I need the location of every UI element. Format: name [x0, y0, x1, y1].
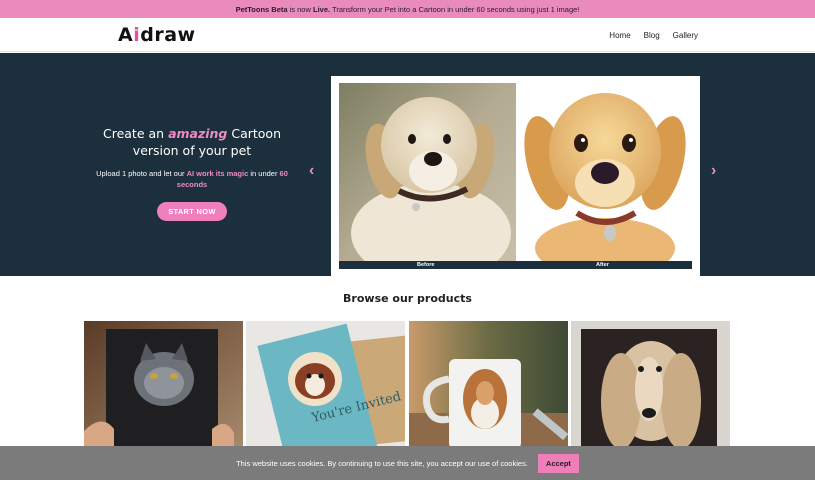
cartoon-puppy-image [517, 83, 694, 261]
before-after-carousel: Before After [331, 76, 700, 276]
product-grid: You're Invited [84, 321, 732, 448]
after-label: After [596, 262, 609, 268]
cookie-text: This website uses cookies. By continuing… [236, 458, 528, 468]
logo-letter-a: A [118, 24, 134, 46]
start-now-button[interactable]: START NOW [157, 202, 227, 221]
logo-letter-i: i [133, 24, 141, 46]
announcement-text-mid: is now [287, 4, 313, 14]
mug-collie-image [409, 321, 568, 448]
accept-cookies-button[interactable]: Accept [537, 453, 579, 473]
nav-links: Home Blog Gallery [609, 18, 698, 52]
cookie-banner: This website uses cookies. By continuing… [0, 446, 815, 480]
hero-sub-pre: Upload 1 photo and let our [96, 169, 187, 178]
products-section-title: Browse our products [343, 292, 472, 305]
announcement-brand: PetToons Beta [235, 4, 288, 14]
top-navigation: Ai draw Home Blog Gallery [0, 18, 815, 52]
logo-word: draw [140, 24, 196, 46]
hero-title-emphasis: amazing [168, 126, 228, 141]
product-canvas-card[interactable] [571, 321, 730, 448]
hero-text-block: Create an amazing Cartoon version of you… [82, 125, 302, 221]
announcement-bar: PetToons Beta is now Live. Transform you… [0, 0, 815, 18]
hero-subtitle: Upload 1 photo and let our AI work its m… [82, 168, 302, 190]
site-logo[interactable]: Ai draw [118, 24, 196, 46]
product-notebook-card[interactable] [84, 321, 243, 448]
product-invitation-card[interactable]: You're Invited [246, 321, 405, 448]
invitation-card-dog-image: You're Invited [246, 321, 405, 448]
nav-link-blog[interactable]: Blog [644, 31, 660, 40]
nav-link-home[interactable]: Home [609, 31, 630, 40]
before-after-caption-bar: Before After [339, 261, 692, 269]
nav-link-gallery[interactable]: Gallery [673, 31, 698, 40]
hero-sub-emphasis-1: AI work its magic [186, 169, 249, 178]
carousel-prev-arrow-icon[interactable]: ‹ [309, 163, 314, 179]
hero-title: Create an amazing Cartoon version of you… [82, 125, 302, 159]
notebook-cat-image [84, 321, 243, 448]
product-mug-card[interactable] [409, 321, 568, 448]
puppy-photo-image [339, 83, 516, 261]
before-photo-puppy [339, 83, 516, 261]
before-label: Before [417, 262, 435, 268]
after-photo-cartoon-puppy [517, 83, 694, 261]
carousel-next-arrow-icon[interactable]: › [711, 163, 716, 179]
announcement-text-end: Transform your Pet into a Cartoon in und… [330, 4, 580, 14]
announcement-live: Live. [312, 4, 331, 14]
canvas-afghan-hound-image [571, 321, 730, 448]
hero-sub-mid: in under [248, 169, 280, 178]
hero-title-pre: Create an [102, 126, 169, 141]
